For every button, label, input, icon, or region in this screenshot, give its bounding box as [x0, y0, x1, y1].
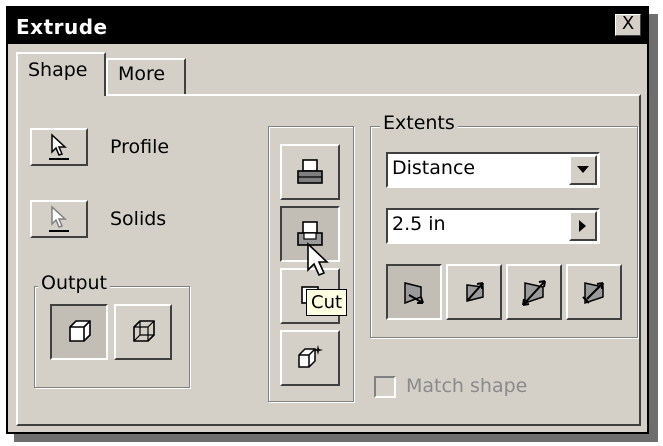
join-icon [297, 159, 323, 184]
dropdown-button[interactable] [569, 155, 597, 185]
direction-2-icon [466, 282, 484, 302]
extents-group-label: Extents [380, 112, 458, 134]
mouse-pointer-icon [307, 242, 330, 277]
distance-menu-button[interactable] [569, 211, 597, 241]
asymmetric-button[interactable] [566, 264, 622, 320]
output-surface-button[interactable] [114, 304, 172, 360]
match-shape-label: Match shape [406, 375, 528, 397]
output-solid-button[interactable] [50, 304, 108, 360]
tab-more-label: More [118, 63, 166, 85]
chevron-right-icon [579, 220, 586, 232]
direction-2-button[interactable] [446, 264, 502, 320]
profile-select-button[interactable] [30, 128, 88, 166]
output-group-label: Output [38, 272, 110, 294]
direction-1-icon [404, 282, 424, 305]
tab-shape[interactable]: Shape [16, 52, 106, 96]
join-button[interactable] [280, 144, 340, 200]
new-solid-icon [298, 345, 323, 368]
close-button[interactable]: X [615, 14, 641, 36]
tab-panel: Profile Solids Output Cut Extents Distan… [16, 94, 641, 426]
match-shape-checkbox[interactable] [374, 376, 396, 398]
profile-label: Profile [110, 136, 170, 158]
solid-cube-icon [69, 320, 91, 342]
distance-input[interactable]: 2.5 in [386, 208, 600, 244]
symmetric-button[interactable] [506, 264, 562, 320]
direction-1-button[interactable] [386, 264, 442, 320]
solids-select-button[interactable] [30, 200, 88, 238]
distance-value: 2.5 in [392, 213, 446, 235]
close-icon: X [621, 13, 635, 34]
extrude-dialog: Extrude X Shape More Profile Solids Outp… [6, 6, 649, 434]
new-solid-button[interactable] [280, 330, 340, 386]
solids-label: Solids [110, 208, 167, 230]
cut-tooltip: Cut [306, 289, 348, 316]
tab-shape-label: Shape [28, 59, 88, 81]
tab-more[interactable]: More [106, 58, 186, 94]
extents-type-value: Distance [392, 157, 476, 179]
symmetric-icon [522, 280, 546, 306]
chevron-down-icon [577, 166, 589, 173]
asymmetric-icon [582, 282, 604, 305]
window-title: Extrude [16, 15, 108, 39]
cursor-select-icon [49, 205, 69, 232]
extents-type-dropdown[interactable]: Distance [386, 152, 600, 188]
title-bar: Extrude X [8, 8, 647, 44]
surface-cube-icon [133, 320, 155, 342]
cursor-select-icon [49, 133, 69, 160]
